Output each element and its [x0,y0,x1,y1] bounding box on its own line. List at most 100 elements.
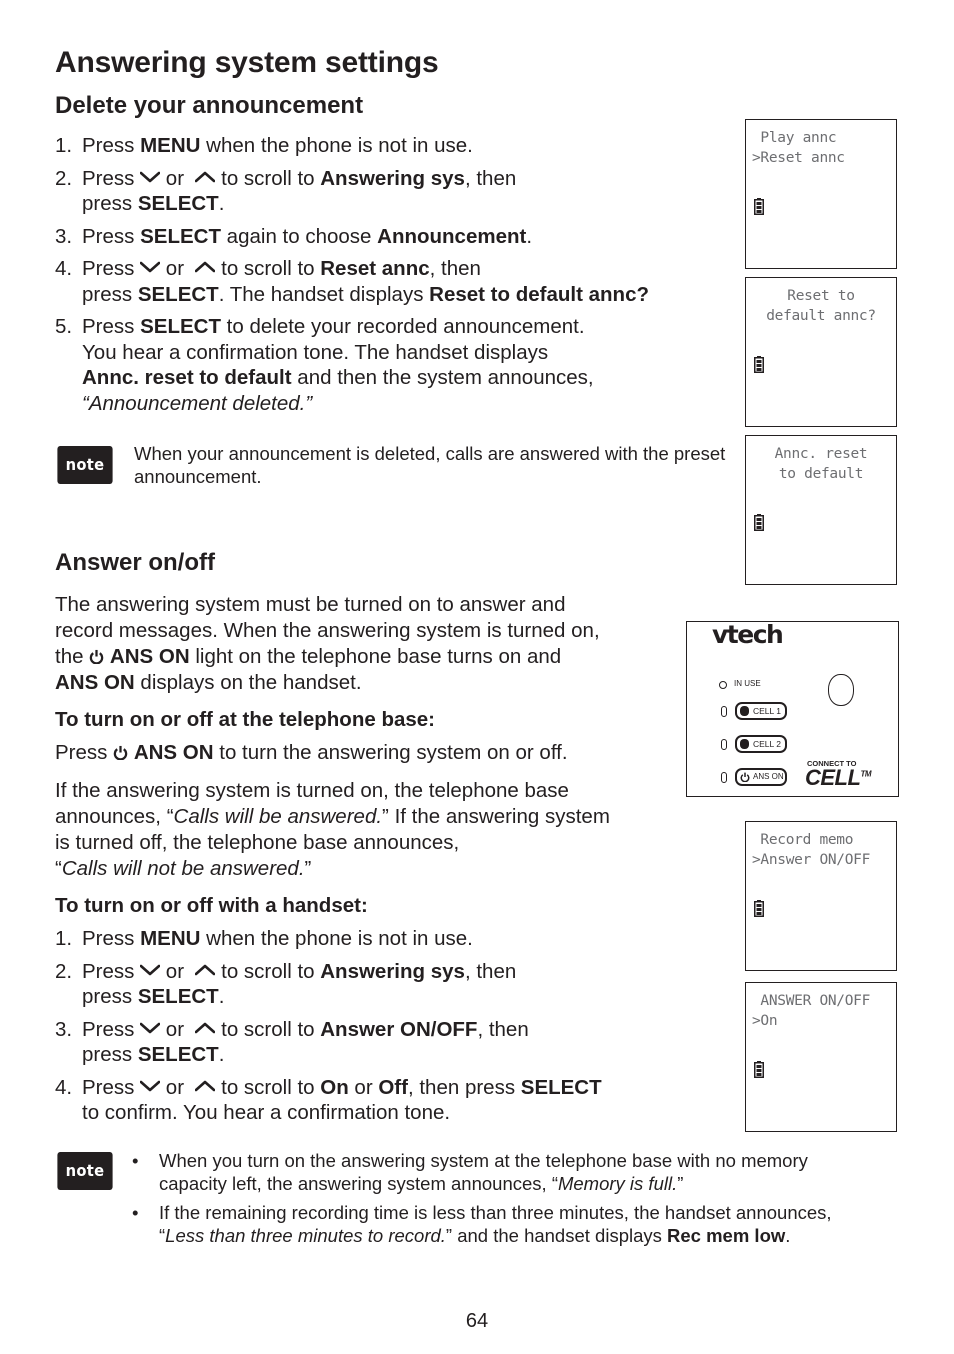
handset-screen-answer-menu: Record memo >Answer ON/OFF [745,821,897,971]
select-key: SELECT [137,1043,219,1066]
screen-line-selected: >Answer ON/OFF [752,852,871,868]
text: . [218,1043,225,1066]
handset-screen-reset-done: Annc. reset to default [745,435,897,585]
text: to delete your recorded announcement. [220,315,585,338]
delete-steps-list: 1. Press MENU when the phone is not in u… [55,133,745,423]
step-number: 4. [55,257,73,280]
ans-on-key: ANS ON [133,741,214,764]
menu-key: MENU [140,927,201,950]
list-item: 3. Press SELECT again to choose Announce… [55,224,745,250]
text: light on the telephone base turns on and [189,645,562,668]
cell-logo-text: CELL [805,765,861,790]
bluetooth-icon [740,706,749,716]
text: . [218,192,225,215]
bullet: • [132,1202,139,1223]
screen-line: to default [778,466,864,482]
note-badge: note [57,1152,113,1190]
text: . [218,985,225,1008]
list-item: • If the remaining recording time is les… [130,1201,910,1247]
chevron-up-icon [195,1080,215,1092]
button-label: CELL 2 [753,739,782,749]
screen-line-selected: >Reset annc [752,150,845,166]
menu-option: Answer ON/OFF [320,1017,478,1041]
list-item: 5. Press SELECT to delete your recorded … [55,314,745,416]
ans-on-display: ANS ON [55,671,135,694]
text: Press [82,927,141,950]
text: and then the system announces, [291,366,594,389]
text: press [82,985,138,1008]
announcement-text: Calls will be answered. [173,805,383,828]
text: The answering system must be turned on t… [55,593,566,616]
note-badge: note [57,446,113,484]
text: Press [55,741,114,764]
chevron-down-icon [140,261,160,273]
text: to scroll to [215,1017,321,1041]
text: record messages. When the answering syst… [55,619,600,642]
speaker-button-icon [828,674,854,706]
list-item: 2. Press or to scroll to Answering sys, … [55,166,745,217]
screen-line: Play annc [752,130,837,146]
text: press [82,1043,138,1066]
list-item: 4. Press or to scroll to On or Off, then… [55,1075,705,1126]
text: Press [82,224,141,248]
text: Press [82,257,141,280]
note-text: When your announcement is deleted, calls… [134,443,726,487]
button-label: CELL 1 [753,706,782,716]
answer-intro-paragraph: The answering system must be turned on t… [55,592,685,696]
list-item: 3. Press or to scroll to Answer ON/OFF, … [55,1017,705,1068]
text: If the answering system is turned on, th… [55,779,569,802]
note-list: • When you turn on the answering system … [130,1149,910,1253]
battery-full-icon [754,514,764,531]
step-number: 2. [55,166,73,190]
text: to scroll to [215,257,321,280]
text: You hear a confirmation tone. The handse… [82,340,549,364]
list-item: • When you turn on the answering system … [130,1149,910,1195]
trademark: TM [860,769,872,779]
text: or [160,257,190,280]
text: capacity left, the answering system anno… [159,1173,558,1194]
battery-full-icon [754,900,764,917]
battery-full-icon [754,356,764,373]
step-number: 3. [55,224,73,248]
select-key: SELECT [137,282,219,306]
list-item: 2. Press or to scroll to Answering sys, … [55,959,705,1010]
text: to scroll to [215,166,321,190]
chevron-up-icon [195,171,215,183]
page-title: Answering system settings [55,46,439,79]
text: When you turn on the answering system at… [159,1150,808,1171]
screen-line: Reset to [787,288,855,304]
power-icon [89,649,104,664]
text: or [348,1075,379,1099]
handset-screen-reset-annc: Play annc >Reset annc [745,119,897,269]
in-use-label: IN USE [734,679,761,688]
list-item: 4. Press or to scroll to Reset annc, the… [55,256,745,307]
vtech-logo: vtech [712,620,784,649]
step-number: 4. [55,1075,73,1099]
cell2-button: CELL 2 [735,735,787,753]
telephone-base-illustration: vtech IN USE CELL 1 CELL 2 ANS ON CONNEC… [686,620,899,797]
screen-line: Record memo [752,832,854,848]
handset-subheading: To turn on or off with a handset: [55,894,368,917]
cell2-light-icon [721,739,727,750]
text: announces, “ [55,805,174,828]
announcement-text: “Announcement deleted.” [82,391,313,415]
text: . [785,1225,791,1246]
chevron-down-icon [140,1080,160,1092]
select-key: SELECT [140,315,221,338]
menu-option: Off [378,1075,408,1099]
text: or [160,1075,190,1099]
text: press [82,282,138,306]
text: displays on the handset. [134,671,362,694]
power-icon [740,772,750,782]
text: ” [677,1173,684,1194]
step-number: 1. [55,134,73,157]
screen-line-selected: >On [752,1013,778,1029]
menu-option: Answering sys [320,166,465,190]
text: . The handset displays [218,282,430,306]
text: or [160,166,190,190]
text: is turned off, the telephone base announ… [55,831,460,854]
step-number: 5. [55,315,73,338]
text: to scroll to [215,959,321,983]
text: press [82,192,138,215]
button-label: ANS ON [753,772,784,781]
